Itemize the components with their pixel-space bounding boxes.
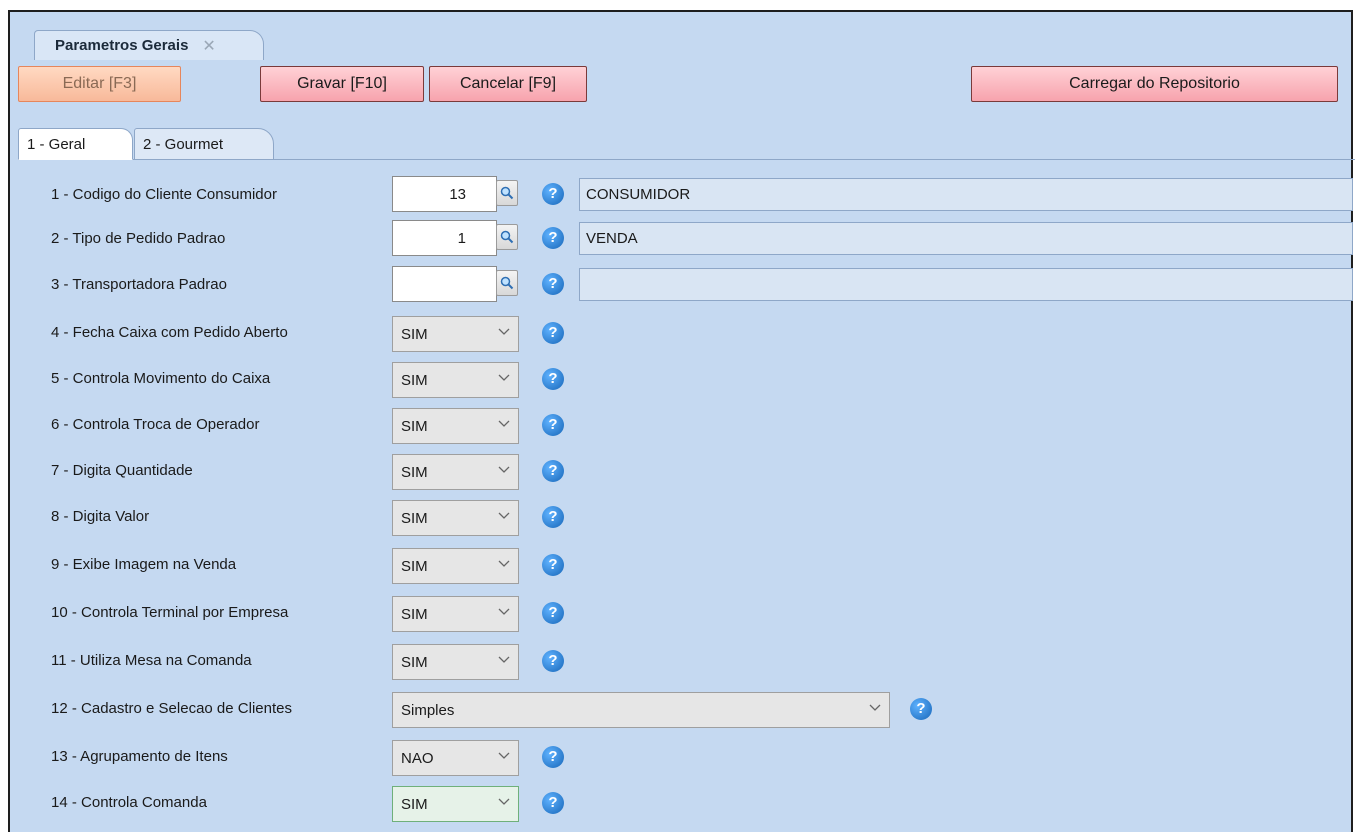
param-label: 9 - Exibe Imagem na Venda bbox=[51, 556, 237, 573]
tab-geral[interactable]: 1 - Geral bbox=[18, 128, 133, 160]
help-question-icon[interactable]: ? bbox=[542, 554, 564, 576]
magnifier-icon[interactable] bbox=[496, 270, 518, 296]
select-value: SIM bbox=[401, 417, 428, 435]
param-label: 1 - Codigo do Cliente Consumidor bbox=[51, 186, 277, 203]
help-question-icon[interactable]: ? bbox=[542, 792, 564, 814]
param-select[interactable]: SIM bbox=[392, 548, 519, 584]
select-value: SIM bbox=[401, 605, 428, 623]
help-question-icon[interactable]: ? bbox=[542, 460, 564, 482]
order-type-input[interactable]: 1 bbox=[392, 220, 497, 256]
help-question-icon[interactable]: ? bbox=[542, 506, 564, 528]
close-tab-icon[interactable]: ✕ bbox=[202, 36, 215, 56]
param-select[interactable]: SIM bbox=[392, 362, 519, 398]
param-select[interactable]: SIM bbox=[392, 454, 519, 490]
param-label: 3 - Transportadora Padrao bbox=[51, 276, 227, 293]
param-label: 8 - Digita Valor bbox=[51, 508, 150, 525]
carrier-description-field bbox=[579, 268, 1353, 301]
param-row-9: 9 - Exibe Imagem na Venda SIM ? bbox=[18, 544, 1348, 588]
param-label: 12 - Cadastro e Selecao de Clientes bbox=[51, 700, 292, 717]
carrier-input[interactable] bbox=[392, 266, 497, 302]
param-select[interactable]: SIM bbox=[392, 316, 519, 352]
document-tab-title: Parametros Gerais bbox=[55, 37, 189, 54]
param-label: 14 - Controla Comanda bbox=[51, 794, 207, 811]
chevron-down-icon bbox=[498, 752, 510, 759]
select-value: SIM bbox=[401, 325, 428, 343]
order-type-description-field: VENDA bbox=[579, 222, 1353, 255]
customer-description-field: CONSUMIDOR bbox=[579, 178, 1353, 211]
help-question-icon[interactable]: ? bbox=[542, 227, 564, 249]
help-question-icon[interactable]: ? bbox=[542, 273, 564, 295]
tab-gourmet[interactable]: 2 - Gourmet bbox=[134, 128, 274, 160]
help-question-icon[interactable]: ? bbox=[542, 322, 564, 344]
cancel-button[interactable]: Cancelar [F9] bbox=[429, 66, 587, 102]
param-row-14: 14 - Controla Comanda SIM ? bbox=[18, 782, 1348, 826]
param-row-6: 6 - Controla Troca de Operador SIM ? bbox=[18, 404, 1348, 448]
param-label: 7 - Digita Quantidade bbox=[51, 462, 193, 479]
param-label: 13 - Agrupamento de Itens bbox=[51, 748, 228, 765]
param-label: 4 - Fecha Caixa com Pedido Aberto bbox=[51, 324, 288, 341]
param-row-3: 3 - Transportadora Padrao ? bbox=[18, 264, 1353, 308]
chevron-down-icon bbox=[498, 328, 510, 335]
chevron-down-icon bbox=[498, 420, 510, 427]
select-value: Simples bbox=[401, 701, 455, 719]
param-label: 5 - Controla Movimento do Caixa bbox=[51, 370, 271, 387]
select-value: SIM bbox=[401, 463, 428, 481]
help-question-icon[interactable]: ? bbox=[542, 650, 564, 672]
help-question-icon[interactable]: ? bbox=[542, 746, 564, 768]
chevron-down-icon bbox=[498, 560, 510, 567]
param-select[interactable]: NAO bbox=[392, 740, 519, 776]
chevron-down-icon bbox=[498, 656, 510, 663]
select-value: SIM bbox=[401, 509, 428, 527]
param-select[interactable]: SIM bbox=[392, 786, 519, 822]
param-select[interactable]: SIM bbox=[392, 500, 519, 536]
help-question-icon[interactable]: ? bbox=[542, 602, 564, 624]
help-question-icon[interactable]: ? bbox=[542, 368, 564, 390]
help-question-icon[interactable]: ? bbox=[542, 414, 564, 436]
param-row-5: 5 - Controla Movimento do Caixa SIM ? bbox=[18, 358, 1348, 402]
chevron-down-icon bbox=[498, 608, 510, 615]
param-label: 2 - Tipo de Pedido Padrao bbox=[51, 230, 226, 247]
select-value: SIM bbox=[401, 371, 428, 389]
help-question-icon[interactable]: ? bbox=[910, 698, 932, 720]
param-select[interactable]: SIM bbox=[392, 644, 519, 680]
save-button[interactable]: Gravar [F10] bbox=[260, 66, 424, 102]
select-value: SIM bbox=[401, 795, 428, 813]
magnifier-icon[interactable] bbox=[496, 180, 518, 206]
chevron-down-icon bbox=[498, 374, 510, 381]
param-row-4: 4 - Fecha Caixa com Pedido Aberto SIM ? bbox=[18, 312, 1348, 356]
chevron-down-icon bbox=[498, 512, 510, 519]
param-row-8: 8 - Digita Valor SIM ? bbox=[18, 496, 1348, 540]
param-row-12: 12 - Cadastro e Selecao de Clientes Simp… bbox=[18, 688, 1348, 732]
param-label: 6 - Controla Troca de Operador bbox=[51, 416, 260, 433]
customer-registration-select[interactable]: Simples bbox=[392, 692, 890, 728]
param-select[interactable]: SIM bbox=[392, 408, 519, 444]
param-row-11: 11 - Utiliza Mesa na Comanda SIM ? bbox=[18, 640, 1348, 684]
chevron-down-icon bbox=[498, 798, 510, 805]
param-row-7: 7 - Digita Quantidade SIM ? bbox=[18, 450, 1348, 494]
param-row-1: 1 - Codigo do Cliente Consumidor 13 ? CO… bbox=[18, 174, 1353, 218]
param-row-10: 10 - Controla Terminal por Empresa SIM ? bbox=[18, 592, 1348, 636]
magnifier-icon[interactable] bbox=[496, 224, 518, 250]
parameters-window: Parametros Gerais ✕ Editar [F3] Gravar [… bbox=[8, 10, 1355, 832]
select-value: SIM bbox=[401, 653, 428, 671]
select-value: NAO bbox=[401, 749, 434, 767]
customer-code-input[interactable]: 13 bbox=[392, 176, 497, 212]
edit-button[interactable]: Editar [F3] bbox=[18, 66, 181, 102]
chevron-down-icon bbox=[498, 466, 510, 473]
param-select[interactable]: SIM bbox=[392, 596, 519, 632]
param-label: 10 - Controla Terminal por Empresa bbox=[51, 604, 289, 621]
param-row-2: 2 - Tipo de Pedido Padrao 1 ? VENDA bbox=[18, 218, 1353, 262]
chevron-down-icon bbox=[869, 704, 881, 711]
param-label: 11 - Utiliza Mesa na Comanda bbox=[51, 652, 252, 669]
load-repository-button[interactable]: Carregar do Repositorio bbox=[971, 66, 1338, 102]
document-tab[interactable]: Parametros Gerais ✕ bbox=[34, 30, 264, 60]
select-value: SIM bbox=[401, 557, 428, 575]
param-row-13: 13 - Agrupamento de Itens NAO ? bbox=[18, 736, 1348, 780]
help-question-icon[interactable]: ? bbox=[542, 183, 564, 205]
